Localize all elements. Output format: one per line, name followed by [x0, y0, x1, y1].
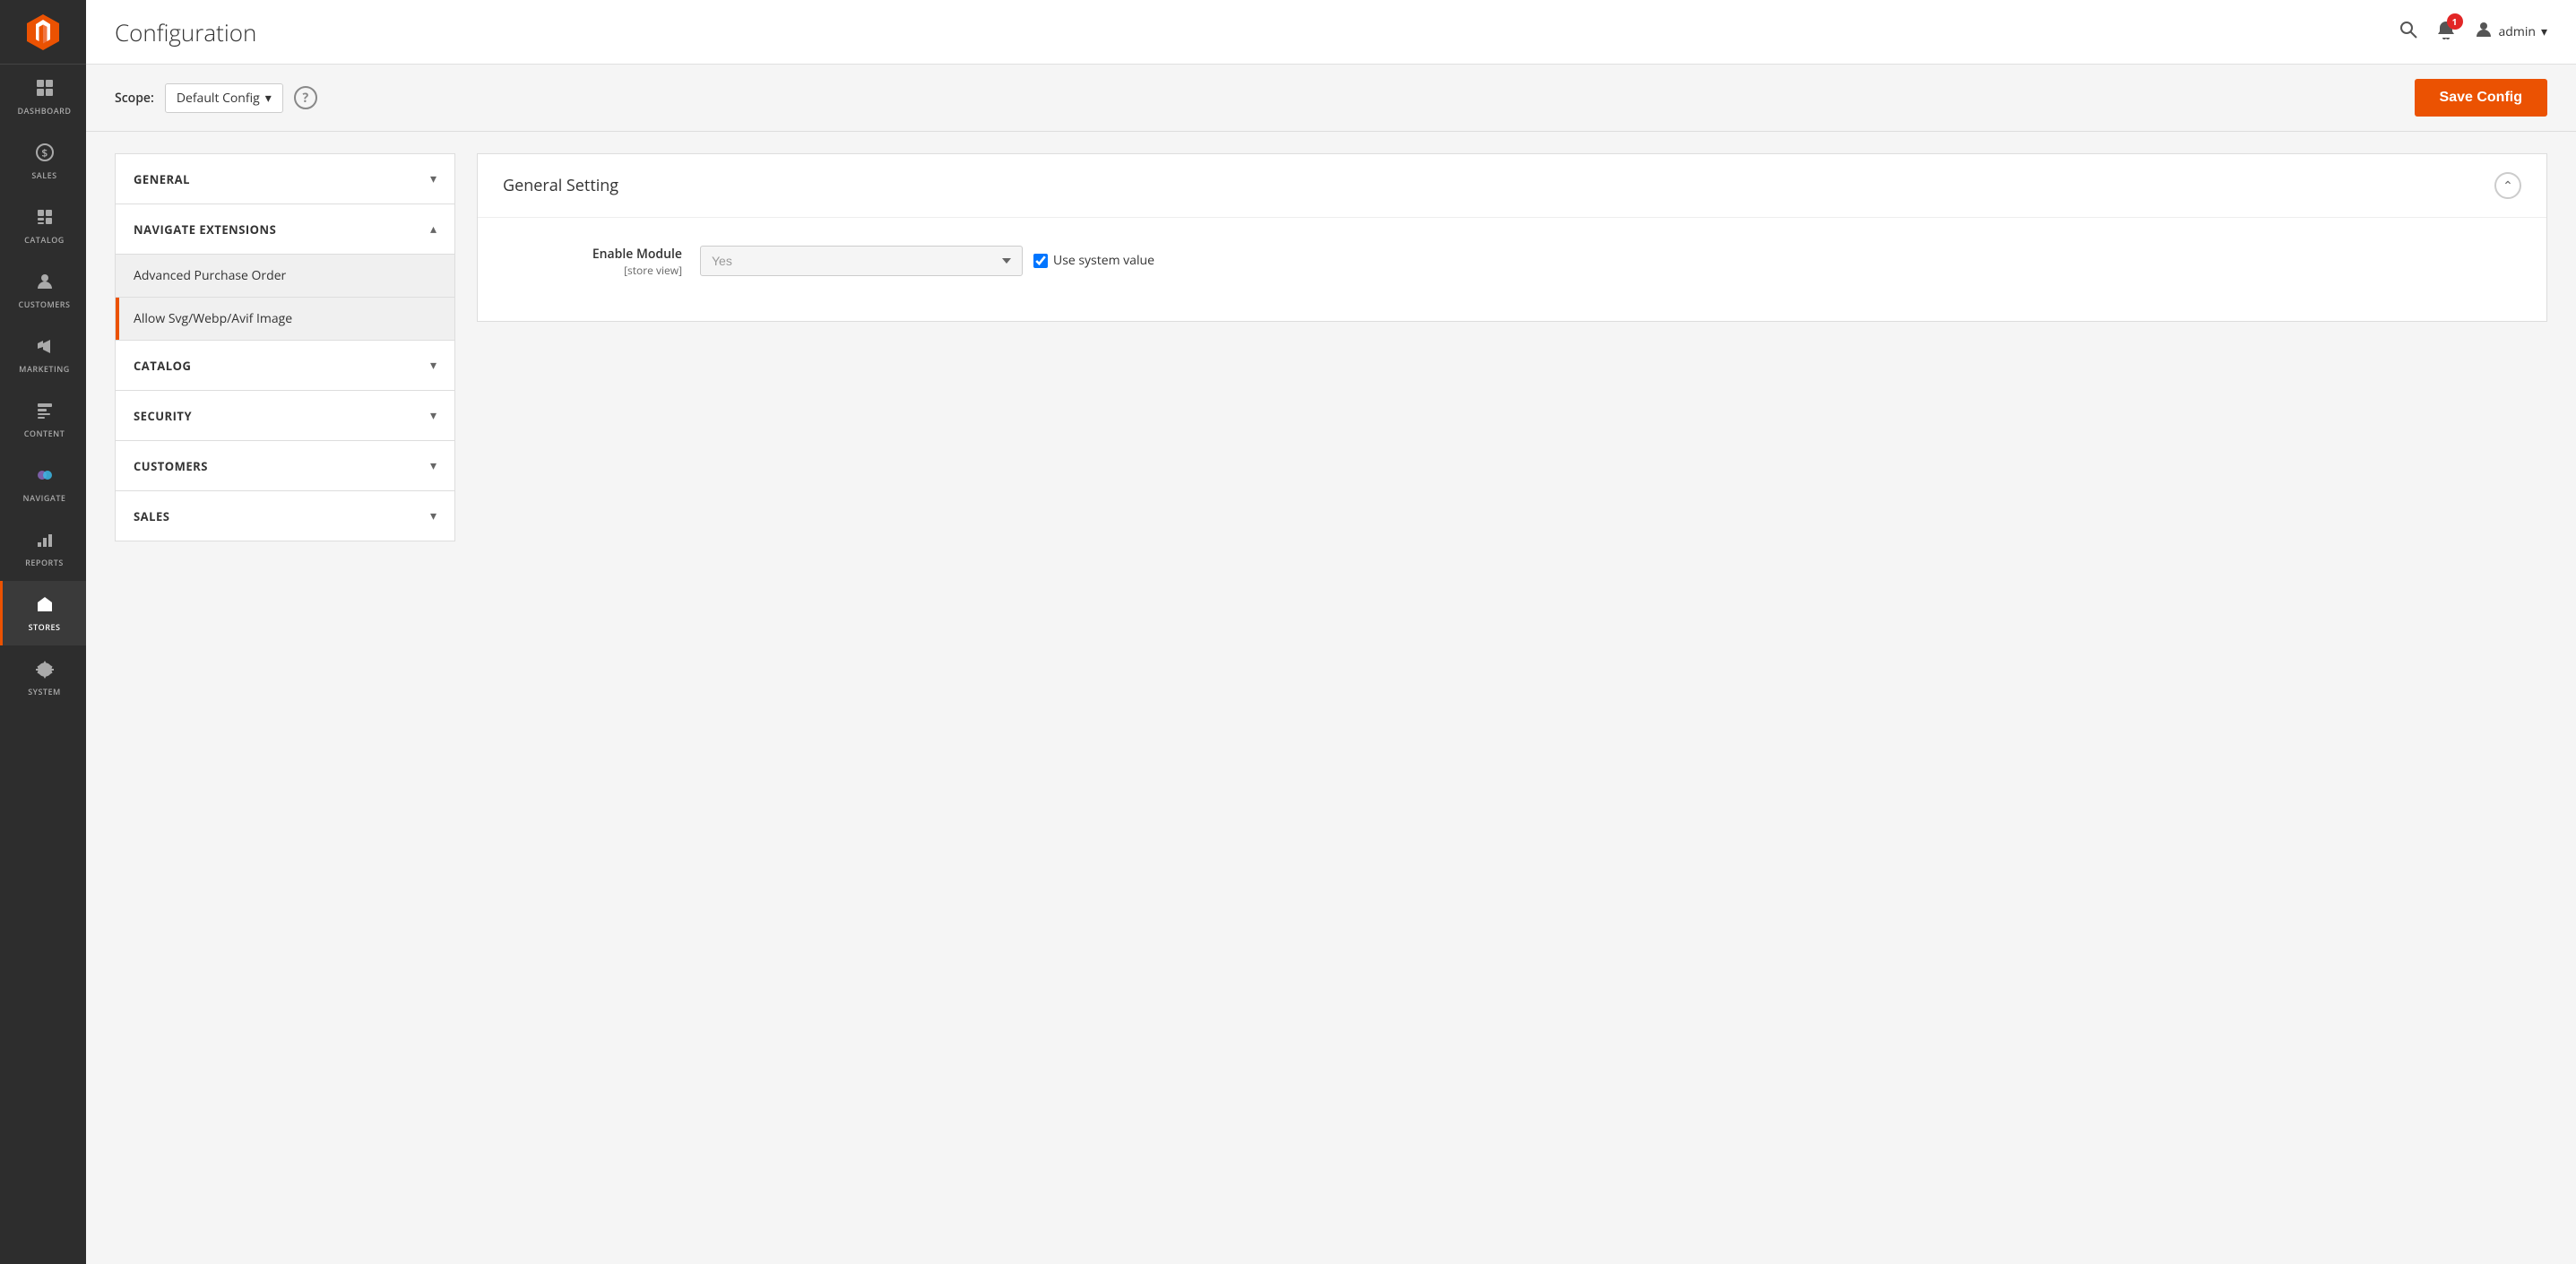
sidebar-item-customers-label: CUSTOMERS: [18, 300, 70, 310]
form-row-enable-module: Enable Module [store view] Yes No Use sy…: [503, 243, 2521, 278]
accordion-customers-header[interactable]: CUSTOMERS ▾: [116, 441, 454, 490]
accordion-security-chevron-icon: ▾: [430, 407, 437, 424]
use-system-value-checkbox[interactable]: [1033, 254, 1048, 268]
enable-module-label: Enable Module: [592, 246, 682, 263]
sidebar-item-sales[interactable]: $ SALES: [0, 129, 86, 194]
topbar: Configuration 1 admin ▾: [86, 0, 2576, 65]
sidebar-item-dashboard-label: DASHBOARD: [17, 107, 71, 117]
section-header: General Setting ⌃: [478, 154, 2546, 218]
section-title: General Setting: [503, 175, 618, 196]
content-icon: [35, 401, 55, 426]
sidebar-item-customers[interactable]: CUSTOMERS: [0, 258, 86, 323]
sidebar-logo: [0, 0, 86, 65]
svg-text:$: $: [41, 145, 48, 160]
sidebar-item-system-label: SYSTEM: [28, 688, 61, 697]
accordion-customers-title: CUSTOMERS: [134, 458, 208, 474]
sidebar-item-marketing[interactable]: MARKETING: [0, 323, 86, 387]
accordion-general-header[interactable]: GENERAL ▾: [116, 154, 454, 203]
accordion-navigate-extensions: NAVIGATE EXTENSIONS ▴ Advanced Purchase …: [116, 204, 454, 341]
catalog-icon: [35, 207, 55, 232]
accordion-security-header[interactable]: SECURITY ▾: [116, 391, 454, 440]
accordion-navigate-extensions-title: NAVIGATE EXTENSIONS: [134, 221, 276, 238]
accordion-catalog-chevron-icon: ▾: [430, 357, 437, 374]
sidebar-item-navigate[interactable]: NAVIGATE: [0, 452, 86, 516]
config-layout: GENERAL ▾ NAVIGATE EXTENSIONS ▴ Advanced…: [86, 132, 2576, 563]
sub-item-allow-svg[interactable]: Allow Svg/Webp/Avif Image: [116, 298, 454, 340]
accordion-general-title: GENERAL: [134, 171, 190, 187]
right-panel: General Setting ⌃ Enable Module [store v…: [477, 153, 2547, 322]
section-content: Enable Module [store view] Yes No Use sy…: [478, 218, 2546, 321]
accordion-navigate-extensions-header[interactable]: NAVIGATE EXTENSIONS ▴: [116, 204, 454, 254]
enable-module-select[interactable]: Yes No: [700, 246, 1023, 276]
search-button[interactable]: [2399, 19, 2418, 46]
help-icon[interactable]: ?: [294, 86, 317, 109]
main-content: Configuration 1 admin ▾ Scope:: [86, 0, 2576, 1264]
accordion-catalog: CATALOG ▾: [116, 341, 454, 391]
scope-value: Default Config: [177, 90, 260, 107]
admin-username: admin: [2499, 23, 2536, 40]
accordion-security: SECURITY ▾: [116, 391, 454, 441]
marketing-icon: [35, 336, 55, 361]
enable-module-control-block: Yes No Use system value: [700, 246, 2521, 276]
sidebar-item-content[interactable]: CONTENT: [0, 387, 86, 452]
admin-avatar-icon: [2474, 20, 2494, 45]
scope-label: Scope:: [115, 90, 154, 107]
sidebar-item-reports-label: REPORTS: [25, 558, 64, 568]
scope-chevron-icon: ▾: [265, 90, 272, 107]
accordion-customers-chevron-icon: ▾: [430, 457, 437, 474]
use-system-value-text: Use system value: [1053, 252, 1154, 269]
system-icon: [35, 659, 55, 684]
reports-icon: [35, 530, 55, 555]
sidebar-item-content-label: CONTENT: [24, 429, 65, 439]
sidebar-item-reports[interactable]: REPORTS: [0, 516, 86, 581]
accordion-customers: CUSTOMERS ▾: [116, 441, 454, 491]
sidebar-item-dashboard[interactable]: DASHBOARD: [0, 65, 86, 129]
collapse-chevron-icon: ⌃: [2503, 177, 2513, 195]
dashboard-icon: [35, 78, 55, 103]
topbar-actions: 1 admin ▾: [2399, 19, 2547, 46]
admin-dropdown-icon: ▾: [2541, 23, 2547, 40]
accordion-sales: SALES ▾: [116, 491, 454, 541]
customers-icon: [35, 272, 55, 297]
magento-logo-icon: [23, 13, 63, 52]
sales-icon: $: [35, 143, 55, 168]
accordion-catalog-title: CATALOG: [134, 358, 191, 374]
sidebar-item-catalog-label: CATALOG: [24, 236, 65, 246]
accordion-catalog-header[interactable]: CATALOG ▾: [116, 341, 454, 390]
accordion-security-title: SECURITY: [134, 408, 192, 424]
accordion-navigate-extensions-chevron-icon: ▴: [430, 221, 437, 238]
notification-badge: 1: [2447, 13, 2463, 30]
save-config-button[interactable]: Save Config: [2415, 79, 2547, 117]
stores-icon: [35, 594, 55, 619]
sidebar: DASHBOARD $ SALES CATALOG CUSTOMERS MARK…: [0, 0, 86, 1264]
accordion-general: GENERAL ▾: [116, 154, 454, 204]
left-panel: GENERAL ▾ NAVIGATE EXTENSIONS ▴ Advanced…: [115, 153, 455, 541]
enable-module-sublabel: [store view]: [503, 263, 682, 278]
accordion-general-chevron-icon: ▾: [430, 170, 437, 187]
content-area: Scope: Default Config ▾ ? Save Config GE…: [86, 65, 2576, 1264]
accordion-sales-header[interactable]: SALES ▾: [116, 491, 454, 541]
admin-user-menu[interactable]: admin ▾: [2474, 20, 2547, 45]
navigate-icon: [35, 465, 55, 490]
enable-module-label-block: Enable Module [store view]: [503, 243, 682, 278]
use-system-value-label[interactable]: Use system value: [1033, 252, 1154, 269]
sidebar-item-stores[interactable]: STORES: [0, 581, 86, 645]
sidebar-item-marketing-label: MARKETING: [19, 365, 70, 375]
accordion-sales-chevron-icon: ▾: [430, 507, 437, 524]
accordion-sales-title: SALES: [134, 508, 169, 524]
notification-button[interactable]: 1: [2436, 19, 2456, 46]
sidebar-item-stores-label: STORES: [29, 623, 61, 633]
sidebar-item-sales-label: SALES: [31, 171, 56, 181]
scope-bar: Scope: Default Config ▾ ? Save Config: [86, 65, 2576, 132]
scope-left: Scope: Default Config ▾ ?: [115, 83, 317, 113]
sub-item-advanced-purchase-order[interactable]: Advanced Purchase Order: [116, 255, 454, 298]
sidebar-item-catalog[interactable]: CATALOG: [0, 194, 86, 258]
page-title: Configuration: [115, 16, 256, 48]
navigate-extensions-sub-items: Advanced Purchase Order Allow Svg/Webp/A…: [116, 254, 454, 340]
collapse-section-button[interactable]: ⌃: [2494, 172, 2521, 199]
sidebar-item-system[interactable]: SYSTEM: [0, 645, 86, 710]
scope-select[interactable]: Default Config ▾: [165, 83, 283, 113]
sidebar-item-navigate-label: NAVIGATE: [23, 494, 66, 504]
